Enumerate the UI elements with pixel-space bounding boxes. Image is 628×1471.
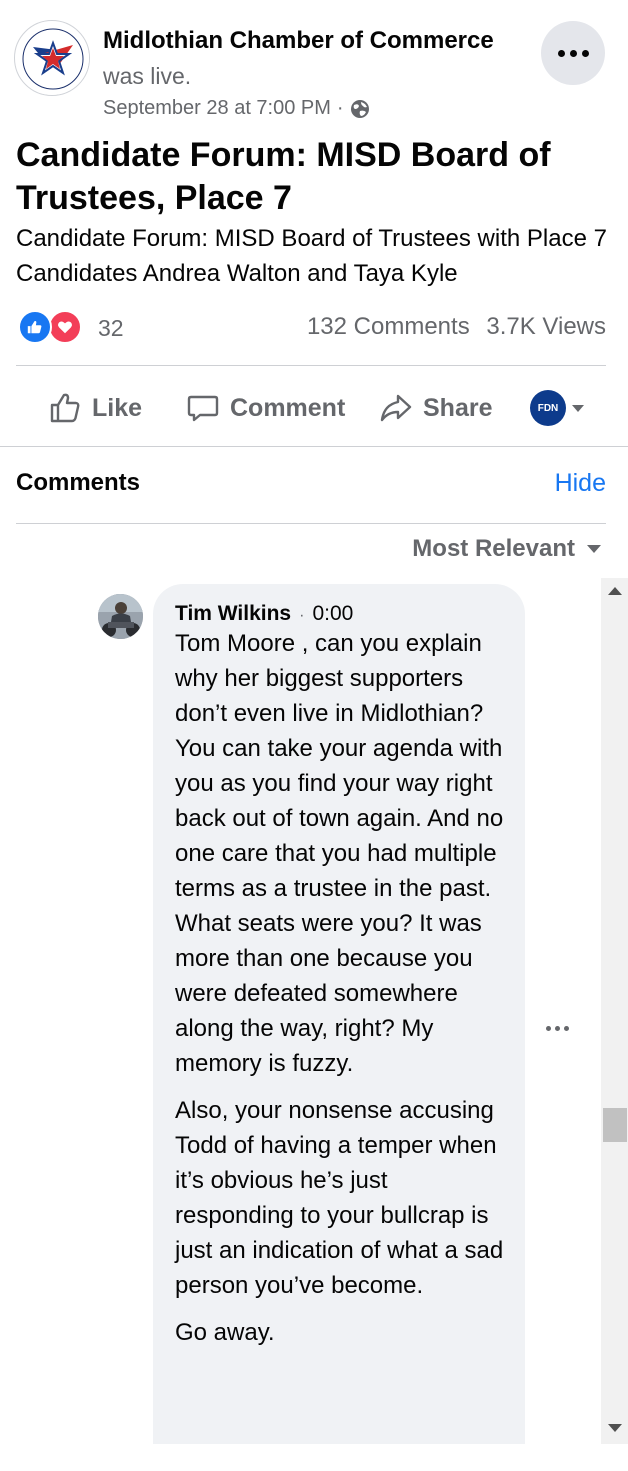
scroll-down-arrow-icon[interactable] <box>608 1424 622 1432</box>
comments-list[interactable]: Tim Wilkins · 0:00 Tom Moore , can you e… <box>0 578 628 1444</box>
view-count: 3.7K Views <box>486 313 606 340</box>
comment-timestamp[interactable]: 0:00 <box>312 602 353 626</box>
comment-text: Go away. <box>175 1319 275 1346</box>
scrollbar[interactable] <box>601 578 628 1444</box>
action-bar: Like Comment Share FDN <box>16 370 606 442</box>
comments-header: Comments Hide <box>16 469 606 501</box>
comment-author[interactable]: Tim Wilkins <box>175 602 291 626</box>
avatar[interactable] <box>98 594 143 639</box>
comments-title: Comments <box>16 469 141 496</box>
comment-separator: · <box>299 607 305 624</box>
chevron-down-icon <box>572 404 584 412</box>
chamber-logo <box>16 22 89 95</box>
comment-text: Tom Moore , can you explain why her bigg… <box>175 630 504 1077</box>
share-label: Share <box>423 393 493 422</box>
post-title: Candidate Forum: MISD Board of Trustees,… <box>16 136 551 217</box>
comment-text: Also, your nonsense accusing Todd of hav… <box>175 1097 504 1299</box>
reaction-count[interactable]: 32 <box>98 315 124 342</box>
reactions-row: 32 132 Comments 3.7K Views <box>16 309 606 345</box>
post-description: Candidate Forum: MISD Board of Trustees … <box>16 225 607 287</box>
divider <box>16 523 606 524</box>
thumbs-up-icon <box>50 393 80 423</box>
fdn-profile-icon: FDN <box>530 390 566 426</box>
like-label: Like <box>92 393 143 422</box>
globe-icon <box>350 99 370 119</box>
live-status: was live. <box>103 63 192 89</box>
scrollbar-thumb[interactable] <box>603 1108 627 1142</box>
comment-bubble: Tim Wilkins · 0:00 Tom Moore , can you e… <box>153 584 525 1444</box>
divider <box>0 446 628 447</box>
comment-options-button[interactable] <box>546 1023 574 1033</box>
comment-button[interactable]: Comment <box>186 390 345 426</box>
scroll-up-arrow-icon[interactable] <box>608 587 622 595</box>
profile-switcher[interactable]: FDN <box>530 390 584 426</box>
post-date[interactable]: September 28 at 7:00 PM <box>103 97 331 120</box>
share-button[interactable]: Share <box>379 390 492 426</box>
hide-comments-link[interactable]: Hide <box>555 469 606 498</box>
like-button[interactable]: Like <box>48 390 142 426</box>
comment-sort-dropdown[interactable]: Most Relevant <box>412 535 601 563</box>
comment-count[interactable]: 132 Comments <box>307 313 470 340</box>
divider <box>16 365 606 366</box>
comment-header: Tim Wilkins · 0:00 <box>175 602 507 626</box>
post-stats: 132 Comments 3.7K Views <box>307 313 606 341</box>
post-meta: September 28 at 7:00 PM · <box>103 97 370 120</box>
chevron-down-icon <box>587 545 601 553</box>
like-reaction-icon <box>18 310 52 344</box>
share-icon <box>380 394 412 422</box>
comment-label: Comment <box>230 393 346 422</box>
sort-label: Most Relevant <box>412 535 575 562</box>
comment-icon <box>187 395 219 422</box>
meta-separator: · <box>336 97 344 119</box>
love-reaction-icon <box>48 310 82 344</box>
post-header: Midlothian Chamber of Commerce was live.… <box>0 0 628 130</box>
page-name[interactable]: Midlothian Chamber of Commerce <box>103 27 494 55</box>
page-avatar[interactable] <box>14 20 90 96</box>
reaction-icons[interactable] <box>18 310 90 344</box>
post-options-button[interactable] <box>541 21 605 85</box>
more-icon <box>557 49 589 57</box>
